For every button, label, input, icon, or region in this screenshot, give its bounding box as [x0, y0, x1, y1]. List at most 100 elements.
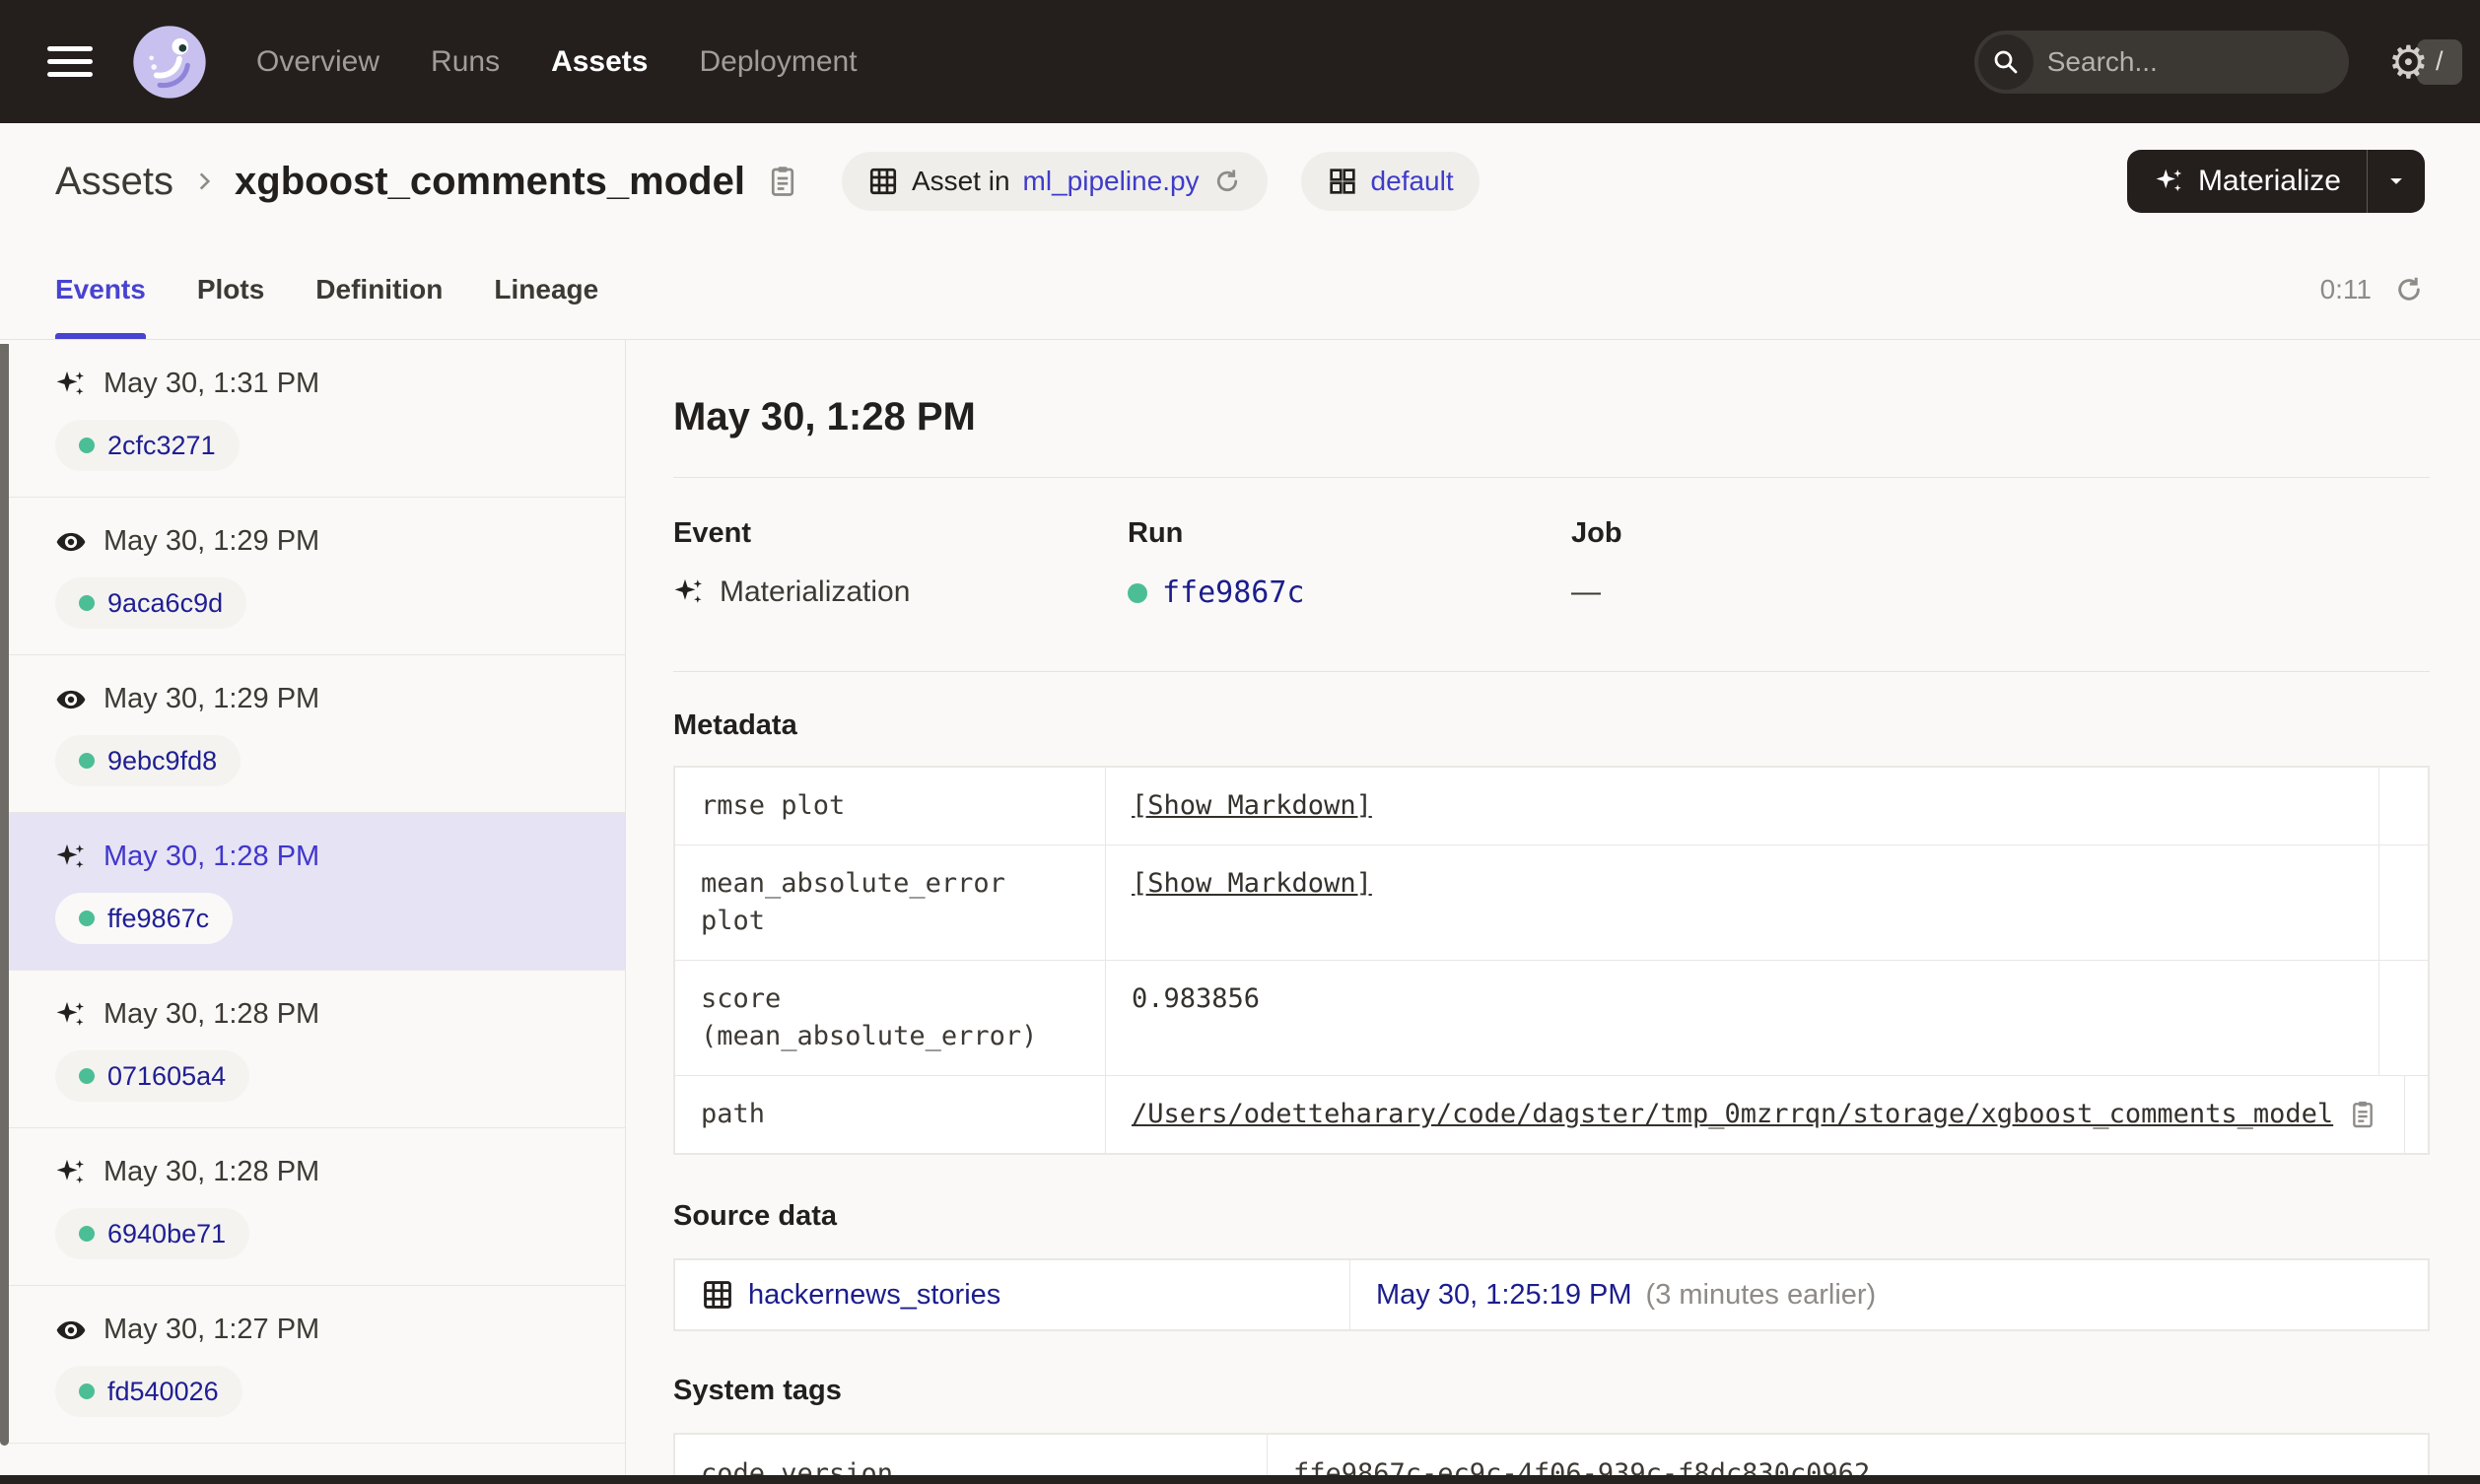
event-timestamp: May 30, 1:29 PM [103, 683, 320, 714]
metadata-heading: Metadata [673, 709, 797, 741]
table-row: hackernews_stories May 30, 1:25:19 PM (3… [675, 1260, 2428, 1329]
event-list-item-selected[interactable]: May 30, 1:28 PM ffe9867c [0, 813, 625, 971]
caret-down-icon [2390, 178, 2402, 184]
reload-code-icon[interactable] [1212, 167, 1242, 196]
run-id-link[interactable]: ffe9867c [107, 904, 209, 934]
metadata-table: rmse plot [Show Markdown] mean_absolute_… [673, 766, 2430, 1155]
refresh-countdown: 0:11 [2319, 273, 2372, 304]
nav-item-assets[interactable]: Assets [551, 45, 648, 79]
run-id-link[interactable]: 071605a4 [107, 1061, 226, 1092]
event-detail-title: May 30, 1:28 PM [673, 395, 976, 438]
copy-path-icon[interactable] [2347, 1099, 2378, 1130]
asset-location-prefix: Asset in [911, 166, 1010, 196]
run-status-dot [79, 438, 95, 453]
event-list-item[interactable]: May 30, 1:27 PM fd540026 [0, 1286, 625, 1444]
tab-lineage[interactable]: Lineage [494, 239, 598, 339]
event-list-item[interactable]: May 30, 1:28 PM 6940be71 [0, 1128, 625, 1286]
run-pill[interactable]: 9ebc9fd8 [55, 735, 241, 786]
run-pill[interactable]: fd540026 [55, 1366, 242, 1417]
sparkle-icon [2156, 169, 2182, 192]
repo-name-link[interactable]: default [1371, 166, 1454, 197]
show-markdown-link[interactable]: [Show Markdown] [1132, 865, 1372, 903]
sidebar-scrollbar[interactable] [0, 344, 9, 1446]
event-list-item[interactable]: May 30, 1:28 PM 071605a4 [0, 971, 625, 1128]
table-row: path /Users/odetteharary/code/dagster/tm… [675, 1076, 2428, 1153]
nav-item-deployment[interactable]: Deployment [699, 45, 857, 79]
asset-table-icon [704, 1281, 731, 1309]
materialize-label: Materialize [2197, 165, 2341, 197]
nav-item-overview[interactable]: Overview [256, 45, 379, 79]
asset-location-pill[interactable]: Asset in ml_pipeline.py [841, 152, 1268, 211]
run-column-label: Run [1128, 517, 1184, 549]
tab-definition[interactable]: Definition [315, 239, 443, 339]
source-timestamp-note: (3 minutes earlier) [1645, 1278, 1877, 1311]
tab-events[interactable]: Events [55, 239, 146, 339]
search-input[interactable] [2032, 45, 2417, 78]
event-timestamp: May 30, 1:28 PM [103, 841, 320, 872]
asset-header: Assets xgboost_comments_model Asset in m… [0, 123, 2480, 239]
materialize-dropdown-button[interactable] [2368, 150, 2425, 213]
asset-title: xgboost_comments_model [235, 159, 745, 203]
asset-table-icon [869, 168, 897, 195]
primary-nav: Overview Runs Assets Deployment [256, 45, 858, 79]
metadata-key: rmse plot [675, 768, 1106, 844]
run-id-link[interactable]: fd540026 [107, 1377, 219, 1407]
table-row: rmse plot [Show Markdown] [675, 768, 2428, 845]
event-detail-panel: May 30, 1:28 PM Event Materialization Ru… [626, 340, 2480, 1484]
run-id-link[interactable]: 6940be71 [107, 1219, 226, 1249]
repo-pill[interactable]: default [1300, 152, 1480, 211]
metadata-key: path [675, 1076, 1106, 1153]
refresh-icon[interactable] [2393, 274, 2425, 305]
run-pill[interactable]: 2cfc3271 [55, 420, 240, 471]
materialization-sparkle-icon [56, 1001, 85, 1026]
hamburger-menu-icon[interactable] [47, 46, 93, 77]
search-box[interactable]: / [1973, 30, 2462, 94]
materialization-sparkle-icon [674, 578, 703, 603]
run-id-link[interactable]: 9aca6c9d [107, 588, 223, 619]
breadcrumb-assets-link[interactable]: Assets [55, 160, 173, 204]
run-status-dot [79, 753, 95, 769]
observation-eye-icon [56, 1320, 86, 1339]
asset-tabs: Events Plots Definition Lineage 0:11 [0, 239, 2480, 340]
table-row: score (mean_absolute_error) 0.983856 [675, 961, 2428, 1076]
job-column-label: Job [1571, 517, 1622, 549]
copy-asset-name-icon[interactable] [765, 164, 800, 199]
run-pill[interactable]: ffe9867c [55, 893, 234, 944]
show-markdown-link[interactable]: [Show Markdown] [1132, 787, 1372, 825]
source-asset-link[interactable]: hackernews_stories [748, 1279, 1000, 1312]
job-value: — [1571, 575, 1601, 608]
event-timestamp: May 30, 1:28 PM [103, 998, 320, 1030]
repo-grid-icon [1329, 169, 1355, 194]
dagster-logo[interactable] [130, 23, 209, 101]
settings-gear-icon[interactable]: ⚙ [2388, 39, 2429, 85]
run-pill[interactable]: 6940be71 [55, 1208, 250, 1259]
materialization-sparkle-icon [56, 1159, 85, 1183]
source-data-table: hackernews_stories May 30, 1:25:19 PM (3… [673, 1258, 2430, 1331]
materialization-sparkle-icon [56, 843, 85, 868]
nav-item-runs[interactable]: Runs [431, 45, 500, 79]
tab-plots[interactable]: Plots [197, 239, 264, 339]
event-list-item[interactable]: May 30, 1:29 PM 9ebc9fd8 [0, 655, 625, 813]
event-timestamp: May 30, 1:28 PM [103, 1156, 320, 1187]
breadcrumb-chevron-icon [199, 172, 211, 190]
window-bottom-edge [0, 1475, 2480, 1484]
event-list-item[interactable]: May 30, 1:29 PM 9aca6c9d [0, 498, 625, 655]
run-pill[interactable]: 9aca6c9d [55, 577, 247, 629]
event-timestamp: May 30, 1:29 PM [103, 525, 320, 557]
source-timestamp-link[interactable]: May 30, 1:25:19 PM [1376, 1279, 1632, 1312]
run-status-dot [79, 595, 95, 611]
run-id-link[interactable]: 9ebc9fd8 [107, 746, 217, 776]
event-list-item[interactable]: May 30, 1:31 PM 2cfc3271 [0, 340, 625, 498]
run-id-link[interactable]: 2cfc3271 [107, 431, 216, 461]
asset-location-file-link[interactable]: ml_pipeline.py [1023, 166, 1200, 197]
run-id-link[interactable]: ffe9867c [1162, 575, 1305, 610]
run-status-dot [79, 1226, 95, 1242]
run-status-dot [79, 1068, 95, 1084]
event-timestamp: May 30, 1:31 PM [103, 368, 320, 399]
materialization-sparkle-icon [56, 371, 85, 395]
metadata-key: score (mean_absolute_error) [675, 961, 1106, 1075]
path-link[interactable]: /Users/odetteharary/code/dagster/tmp_0mz… [1132, 1096, 2333, 1133]
run-pill[interactable]: 071605a4 [55, 1050, 250, 1102]
materialize-button[interactable]: Materialize [2127, 150, 2367, 213]
table-row: mean_absolute_error plot [Show Markdown] [675, 845, 2428, 961]
